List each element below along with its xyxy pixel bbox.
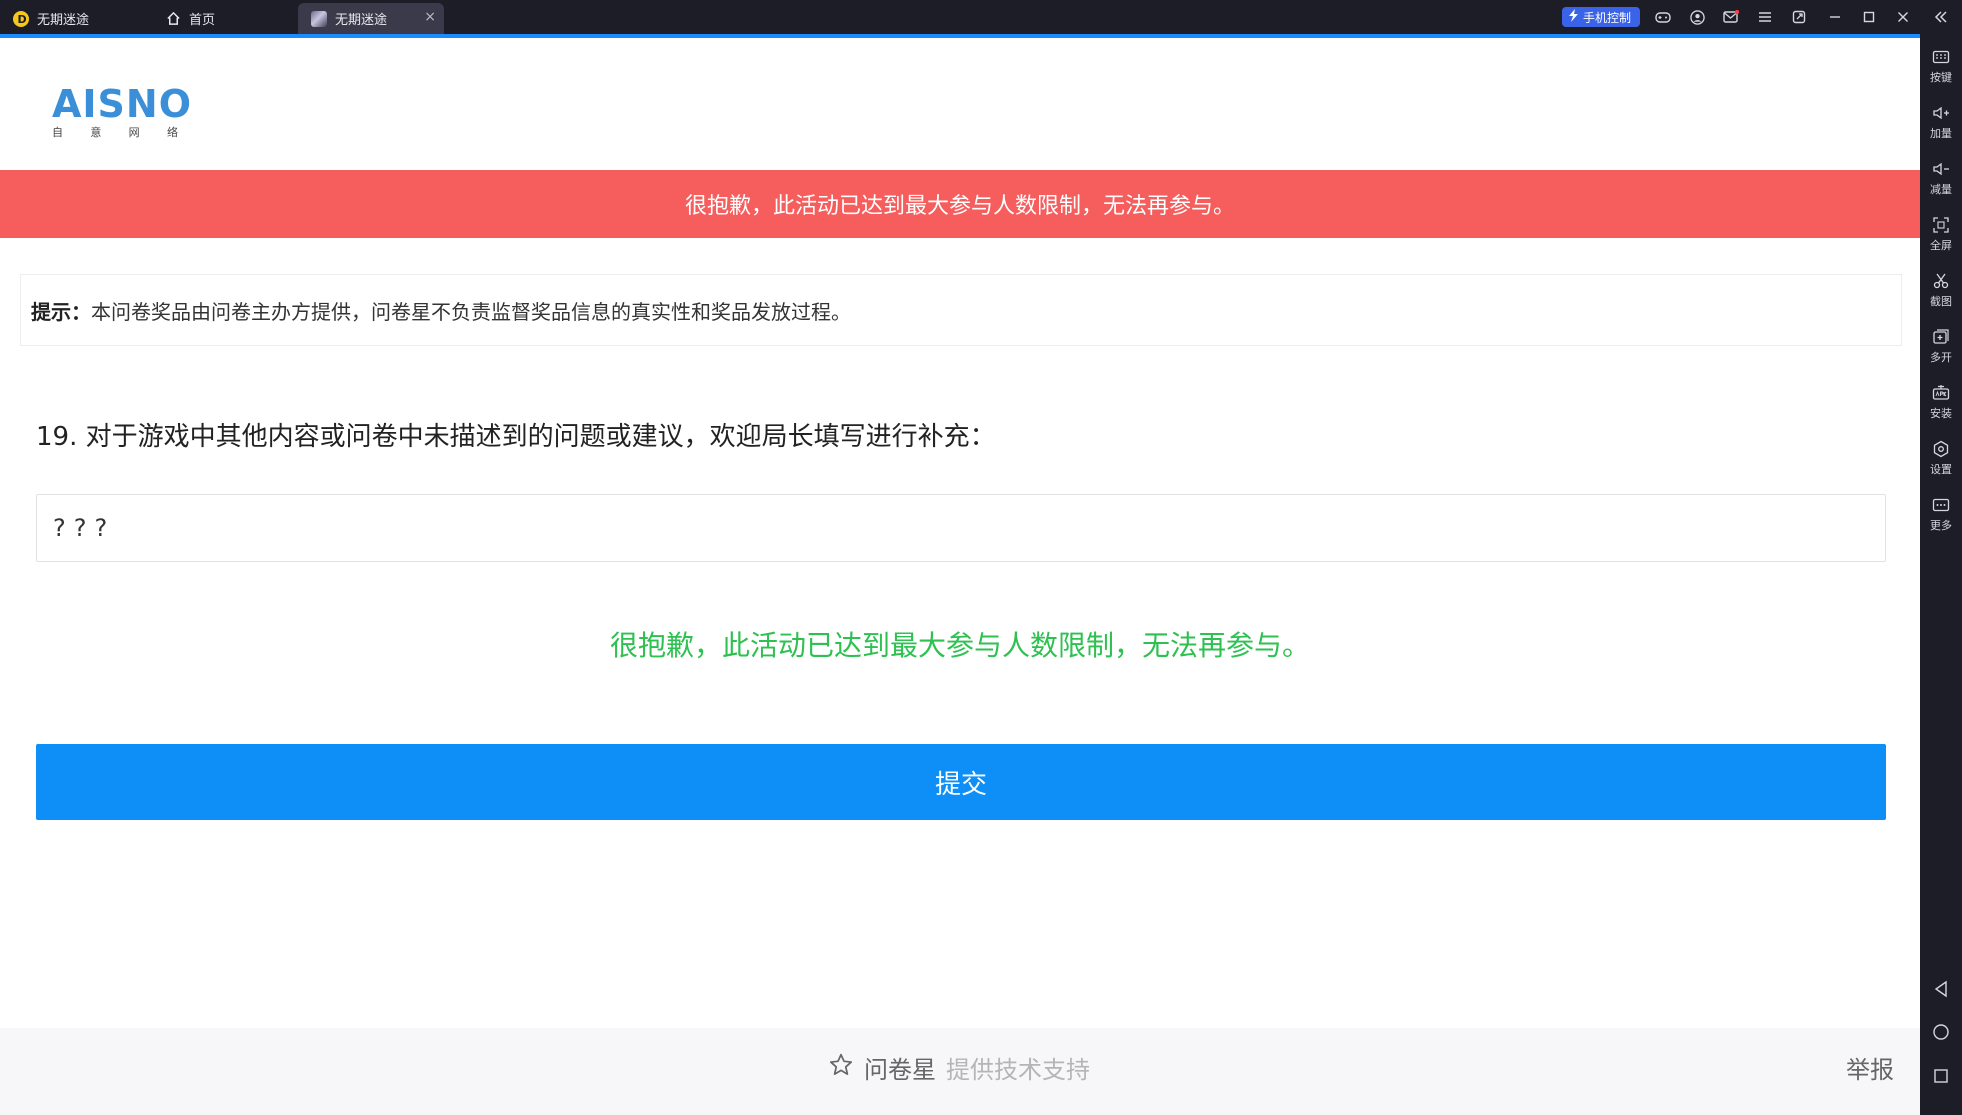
question-19-answer-field[interactable]: ??? (36, 494, 1886, 562)
sidebar-item-label: 多开 (1930, 351, 1952, 364)
sidebar-item-install[interactable]: 安装 (1920, 384, 1962, 421)
logo-subtitle: 自 意 网 络 (52, 124, 178, 140)
game-avatar-icon (310, 10, 328, 28)
footer-credit[interactable]: 问卷星 提供技术支持 (828, 1050, 1090, 1085)
settings-icon (1933, 440, 1949, 458)
logo-sub-char: 络 (166, 126, 178, 139)
recent-square-icon[interactable] (1931, 1066, 1951, 1086)
mail-icon[interactable] (1722, 8, 1740, 26)
minimize-icon[interactable] (1826, 8, 1844, 26)
sidebar-item-label: 安装 (1930, 407, 1952, 420)
sidebar-item-settings[interactable]: 设置 (1920, 440, 1962, 477)
tab-home[interactable]: 首页 (152, 3, 292, 34)
prize-disclaimer: 提示： 本问卷奖品由问卷主办方提供，问卷星不负责监督奖品信息的真实性和奖品发放过… (20, 274, 1902, 346)
tip-text: 本问卷奖品由问卷主办方提供，问卷星不负责监督奖品信息的真实性和奖品发放过程。 (91, 299, 851, 324)
multi-instance-icon (1933, 329, 1949, 344)
footer: 问卷星 提供技术支持 举报 (0, 1028, 1920, 1115)
sidebar-item-label: 按键 (1930, 71, 1952, 84)
logo-sub-char: 自 (52, 126, 63, 139)
sidebar-item-fullscreen[interactable]: 全屏 (1920, 216, 1962, 253)
close-icon[interactable] (1894, 8, 1912, 26)
more-icon (1932, 498, 1950, 512)
question-19-title: 19. 对于游戏中其他内容或问卷中未描述到的问题或建议，欢迎局长填写进行补充： (36, 422, 996, 452)
home-icon (164, 10, 182, 28)
limit-reached-message: 很抱歉，此活动已达到最大参与人数限制，无法再参与。 (609, 629, 1310, 662)
svg-text:D: D (18, 13, 27, 26)
sidebar-item-label: 加量 (1930, 127, 1952, 140)
sidebar-item-multi-instance[interactable]: 多开 (1920, 328, 1962, 365)
keyboard-icon (1932, 50, 1950, 64)
sidebar-item-keymap[interactable]: 按键 (1920, 48, 1962, 85)
sidebar-item-label: 设置 (1930, 463, 1952, 476)
tab-game-active[interactable]: 无期迷途 × (298, 3, 444, 34)
sidebar-item-volume-up[interactable]: 加量 (1920, 104, 1962, 141)
footer-brand: 问卷星 (864, 1056, 936, 1084)
sidebar-item-label: 减量 (1930, 183, 1952, 196)
volume-down-icon (1933, 162, 1949, 176)
collapse-sidebar-icon[interactable] (1932, 8, 1950, 26)
app-logo-icon: D (12, 10, 30, 28)
submit-button[interactable]: 提交 (36, 744, 1886, 820)
home-circle-icon[interactable] (1931, 1022, 1951, 1042)
menu-icon[interactable] (1756, 8, 1774, 26)
survey-page: AISNO 自 意 网 络 很抱歉，此活动已达到最大参与人数限制，无法再参与。 … (0, 38, 1920, 1115)
title-bar: D 无期迷途 首页 无期迷途 × 手机控制 (0, 0, 1962, 38)
back-icon[interactable] (1931, 979, 1951, 999)
tab-close-icon[interactable]: × (424, 9, 436, 25)
sidebar-item-volume-down[interactable]: 减量 (1920, 160, 1962, 197)
emulator-sidebar: 按键 加量 减量 全屏 截图 多开 安装 设置 更多 (1920, 34, 1962, 1115)
volume-up-icon (1933, 106, 1949, 120)
gamepad-icon[interactable] (1654, 8, 1672, 26)
aisno-logo: AISNO 自 意 网 络 (52, 84, 192, 140)
account-icon[interactable] (1688, 8, 1706, 26)
sidebar-item-label: 更多 (1930, 519, 1952, 532)
fullscreen-icon (1933, 217, 1949, 233)
logo-sub-char: 网 (128, 126, 140, 139)
footer-support-text: 提供技术支持 (946, 1056, 1090, 1084)
tab-home-label: 首页 (189, 13, 216, 28)
report-link[interactable]: 举报 (1846, 1050, 1894, 1085)
tab-app-label: 无期迷途 (37, 13, 90, 28)
phone-control-button[interactable]: 手机控制 (1562, 7, 1640, 27)
scissors-icon (1933, 273, 1949, 289)
sidebar-item-label: 全屏 (1930, 239, 1952, 252)
maximize-icon[interactable] (1860, 8, 1878, 26)
tab-app[interactable]: D 无期迷途 (0, 3, 150, 34)
restore-icon[interactable] (1790, 8, 1808, 26)
sidebar-item-screenshot[interactable]: 截图 (1920, 272, 1962, 309)
star-icon (828, 1052, 854, 1084)
tip-label: 提示： (31, 299, 91, 324)
sidebar-item-more[interactable]: 更多 (1920, 496, 1962, 533)
phone-control-label: 手机控制 (1583, 10, 1632, 25)
logo-text: AISNO (52, 82, 193, 126)
logo-sub-char: 意 (90, 126, 102, 139)
tab-active-label: 无期迷途 (335, 13, 388, 28)
limit-reached-banner: 很抱歉，此活动已达到最大参与人数限制，无法再参与。 (0, 170, 1920, 238)
apk-install-icon (1932, 385, 1950, 400)
lightning-icon (1568, 9, 1579, 25)
sidebar-item-label: 截图 (1930, 295, 1952, 308)
